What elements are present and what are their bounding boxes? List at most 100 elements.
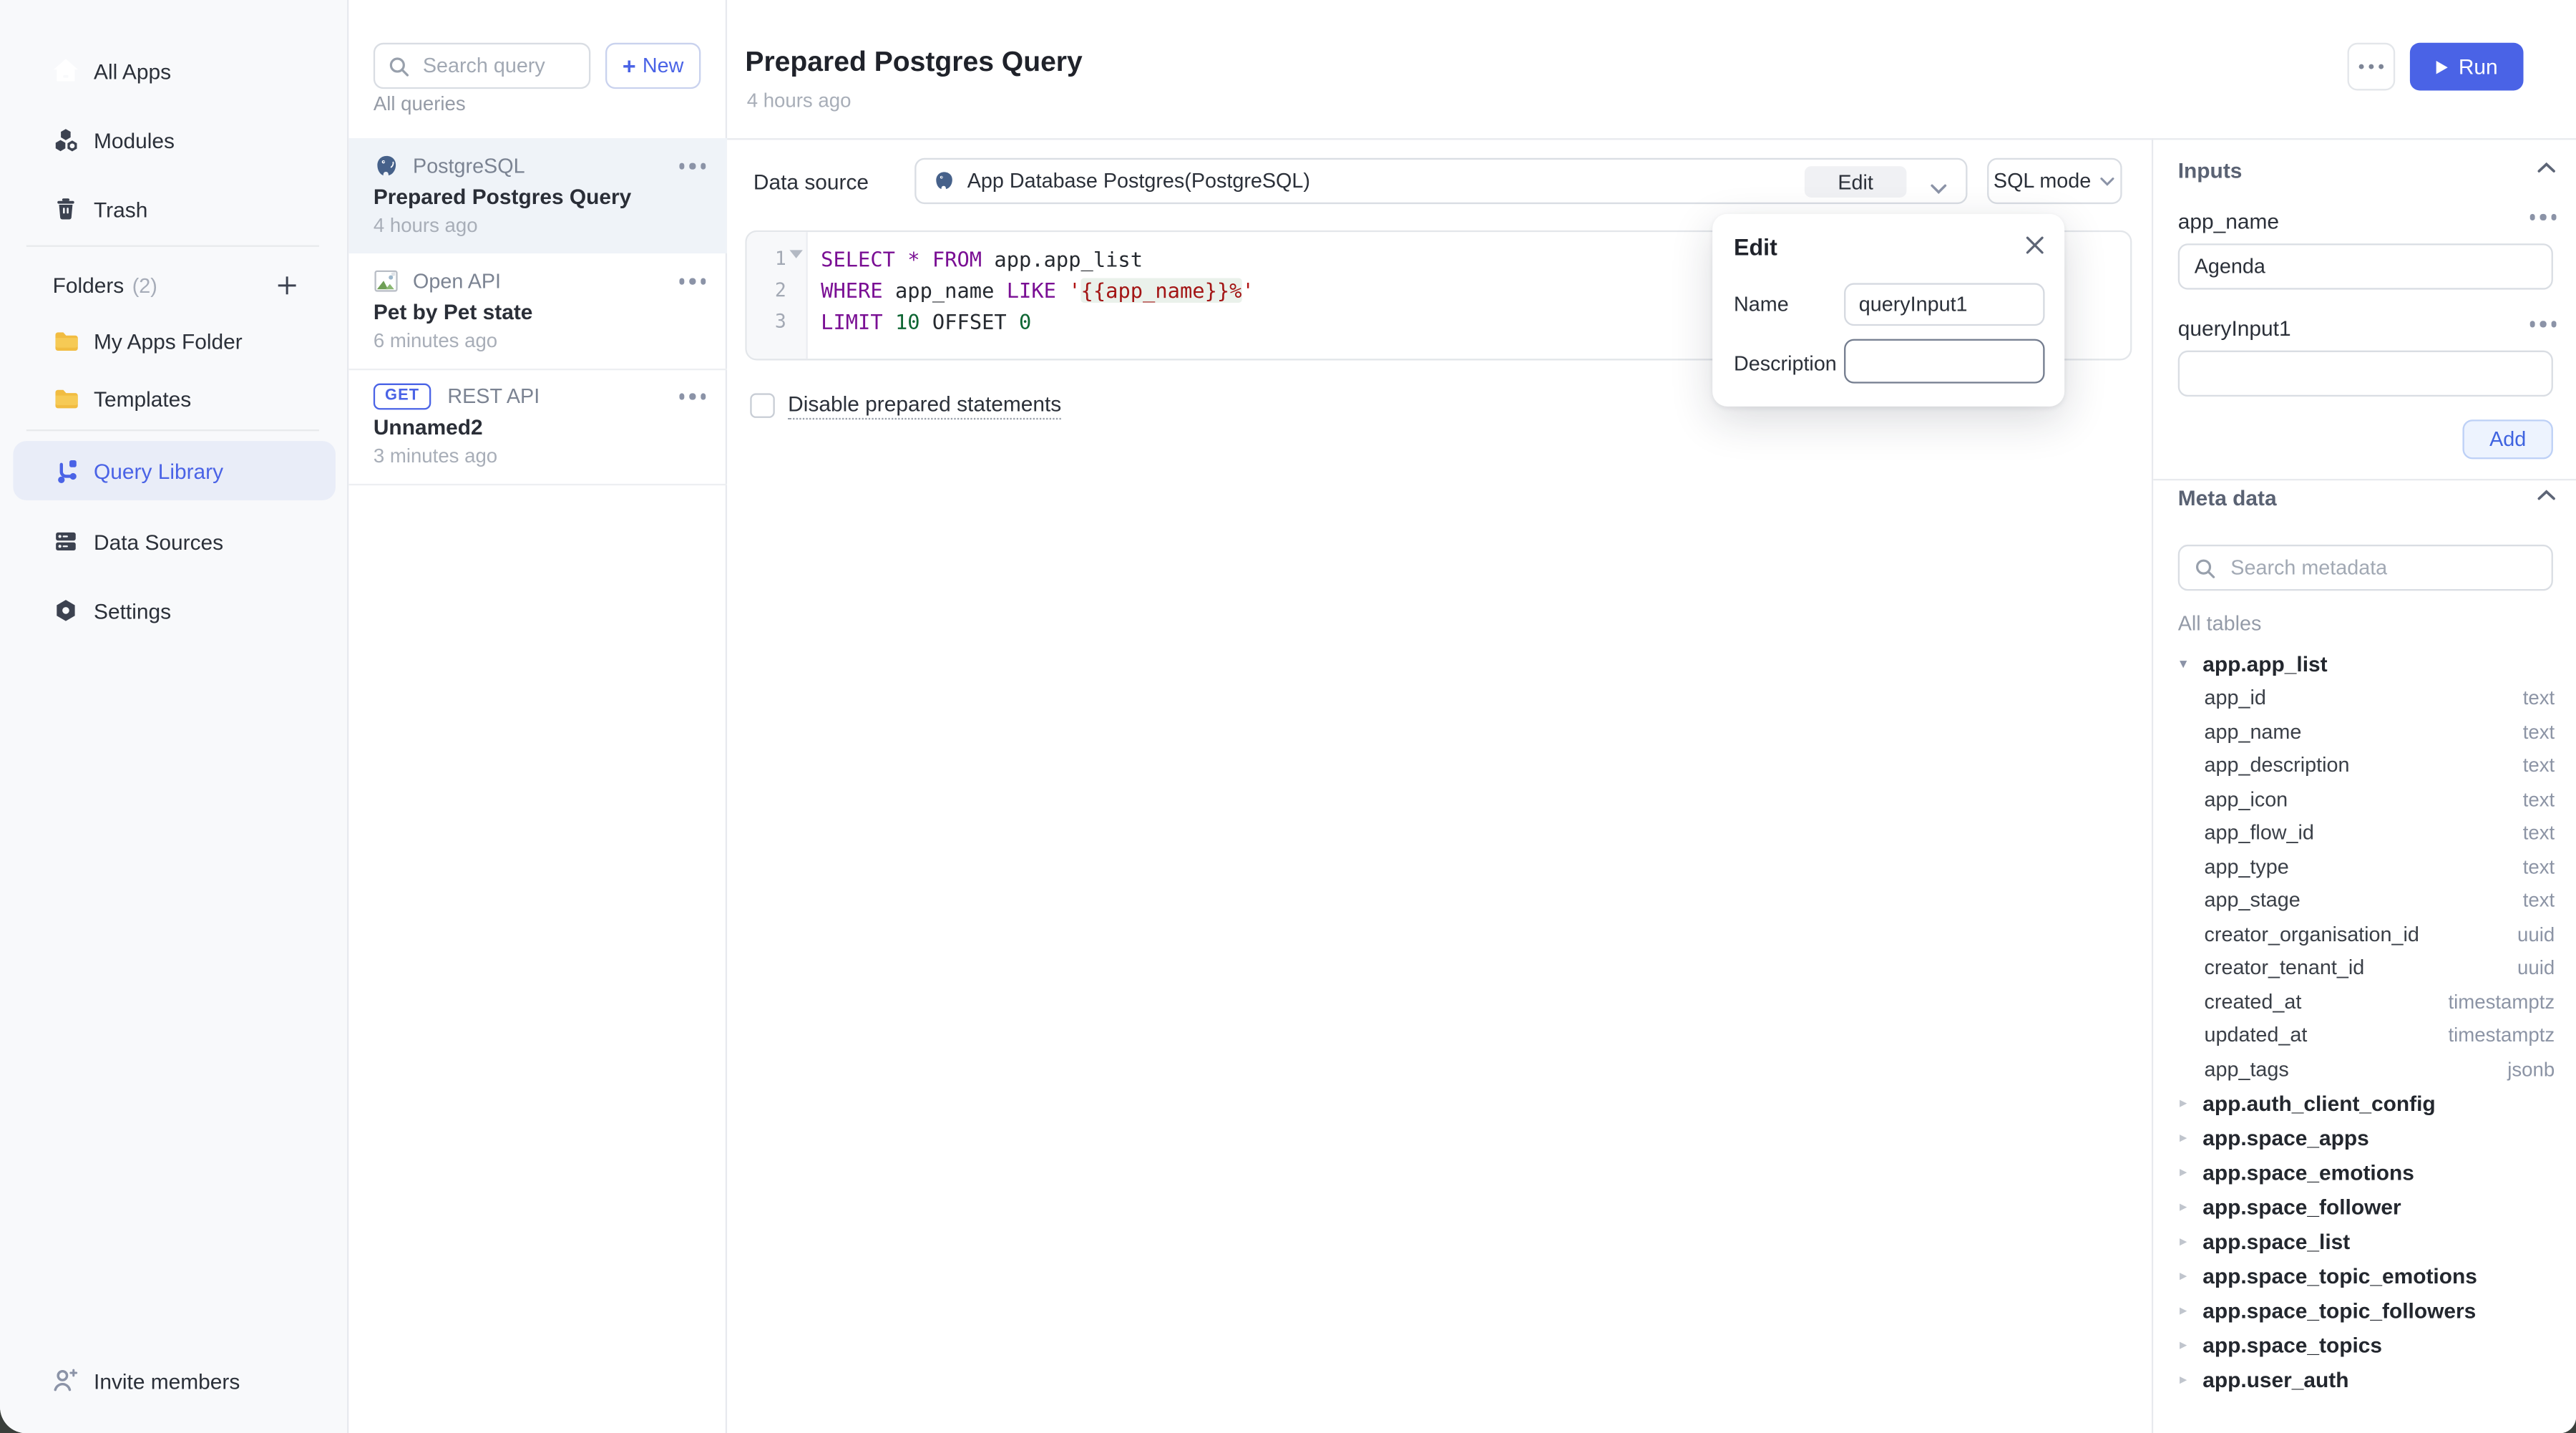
- right-panel: Inputs app_name queryInput1 Add Meta dat…: [2153, 140, 2576, 1433]
- metadata-table-row[interactable]: ▸app.space_topic_followers: [2153, 1293, 2576, 1328]
- metadata-table-row[interactable]: ▸app.space_emotions: [2153, 1155, 2576, 1190]
- param-value-input[interactable]: [2178, 351, 2553, 397]
- settings-icon: [51, 596, 80, 625]
- metadata-table-row[interactable]: ▸app.user_auth: [2153, 1362, 2576, 1396]
- folders-count: (2): [132, 274, 157, 297]
- chevron-down-icon: [1930, 175, 1948, 204]
- metadata-table-row-expanded[interactable]: ▾ app.app_list: [2153, 646, 2576, 681]
- query-source-label: Open API: [413, 270, 501, 293]
- query-name: Unnamed2: [374, 414, 483, 439]
- param-menu-icon[interactable]: [2529, 209, 2557, 225]
- description-field[interactable]: [1844, 339, 2044, 384]
- more-options-button[interactable]: [2348, 43, 2396, 91]
- sidebar-item-all-apps[interactable]: All Apps: [0, 46, 348, 95]
- folder-label: My Apps Folder: [94, 329, 243, 353]
- popover-title: Edit: [1734, 233, 1777, 260]
- query-source-label: REST API: [447, 385, 540, 408]
- new-query-button[interactable]: + New: [605, 43, 701, 89]
- query-timestamp: 4 hours ago: [374, 214, 478, 237]
- query-list-item[interactable]: PostgreSQL Prepared Postgres Query 4 hou…: [348, 138, 727, 253]
- collapse-metadata-icon[interactable]: [2537, 489, 2557, 502]
- search-icon: [389, 55, 410, 77]
- sql-mode-select[interactable]: SQL mode: [1987, 158, 2122, 204]
- param-value-input[interactable]: [2178, 243, 2553, 289]
- datasource-value: App Database Postgres(PostgreSQL): [967, 170, 1310, 193]
- metadata-table-row[interactable]: ▸app.space_follower: [2153, 1190, 2576, 1224]
- search-icon: [2195, 557, 2216, 578]
- sidebar-item-data-sources[interactable]: Data Sources: [0, 517, 348, 566]
- metadata-table-row[interactable]: ▸app.space_apps: [2153, 1121, 2576, 1155]
- caret-right-icon: ▸: [2180, 1336, 2202, 1354]
- invite-members-button[interactable]: Invite members: [0, 1356, 348, 1405]
- caret-right-icon: ▸: [2180, 1267, 2202, 1285]
- query-menu-icon[interactable]: [678, 158, 706, 174]
- line-number: 3: [775, 309, 786, 332]
- metadata-column-row: created_attimestamptz: [2153, 985, 2576, 1019]
- query-list-item[interactable]: Open API Pet by Pet state 6 minutes ago: [348, 253, 727, 369]
- datasource-label: Data source: [753, 170, 869, 194]
- metadata-column-row: app_descriptiontext: [2153, 749, 2576, 782]
- app-window: All Apps Modules Trash Folders (2): [0, 0, 2576, 1433]
- param-menu-icon[interactable]: [2529, 316, 2557, 331]
- data-sources-icon: [51, 527, 80, 556]
- metadata-table-row[interactable]: ▸app.space_list: [2153, 1224, 2576, 1258]
- caret-right-icon: ▸: [2180, 1198, 2202, 1216]
- page-timestamp: 4 hours ago: [747, 89, 852, 112]
- param-name: app_name: [2178, 209, 2279, 233]
- chevron-down-icon: [2099, 175, 2116, 187]
- metadata-table-row[interactable]: ▸app.space_topics: [2153, 1328, 2576, 1362]
- add-folder-button[interactable]: [273, 271, 300, 298]
- line-number: 1: [775, 247, 786, 270]
- play-icon: [2436, 60, 2447, 73]
- query-source-label: PostgreSQL: [413, 155, 525, 178]
- edit-popover: Edit Name Description: [1712, 214, 2064, 407]
- sidebar-item-trash[interactable]: Trash: [0, 184, 348, 233]
- page-title: Prepared Postgres Query: [745, 46, 1082, 79]
- metadata-column-row: app_idtext: [2153, 681, 2576, 715]
- sidebar-item-label: Data Sources: [94, 529, 223, 553]
- folders-header: Folders (2): [53, 273, 323, 298]
- close-icon[interactable]: [2024, 233, 2046, 256]
- section-divider: [2153, 479, 2576, 480]
- folder-label: Templates: [94, 386, 191, 410]
- sidebar-folder-templates[interactable]: Templates: [0, 374, 348, 423]
- sidebar-item-label: Trash: [94, 197, 147, 221]
- param-name: queryInput1: [2178, 316, 2291, 340]
- query-list-panel: + New All queries PostgreSQL Prepared Po…: [348, 0, 727, 1433]
- query-search-box: [374, 43, 590, 89]
- metadata-table-row[interactable]: ▸app.auth_client_config: [2153, 1086, 2576, 1120]
- metadata-column-row: app_stagetext: [2153, 884, 2576, 918]
- kebab-icon: [2358, 59, 2384, 74]
- sidebar-item-query-library[interactable]: Query Library: [13, 441, 336, 500]
- trash-icon: [51, 194, 80, 223]
- sidebar-item-label: Settings: [94, 598, 171, 623]
- metadata-column-row: app_nametext: [2153, 715, 2576, 749]
- sidebar-item-modules[interactable]: Modules: [0, 115, 348, 165]
- code-fold-icon[interactable]: [789, 250, 802, 258]
- query-name: Prepared Postgres Query: [374, 184, 631, 208]
- caret-right-icon: ▸: [2180, 1129, 2202, 1147]
- collapse-inputs-icon[interactable]: [2537, 161, 2557, 174]
- disable-prepared-statements-checkbox[interactable]: [750, 393, 774, 417]
- line-number: 2: [775, 278, 786, 301]
- caret-right-icon: ▸: [2180, 1163, 2202, 1181]
- postgresql-icon: [932, 170, 955, 193]
- sidebar-item-label: Modules: [94, 127, 175, 152]
- query-timestamp: 3 minutes ago: [374, 445, 497, 467]
- name-field[interactable]: [1844, 283, 2044, 326]
- datasource-edit-button[interactable]: Edit: [1805, 166, 1907, 198]
- query-search-input[interactable]: [419, 53, 574, 79]
- query-menu-icon[interactable]: [678, 273, 706, 289]
- query-menu-icon[interactable]: [678, 389, 706, 404]
- plus-icon: +: [623, 54, 636, 77]
- metadata-table-row[interactable]: ▸app.space_topic_emotions: [2153, 1259, 2576, 1293]
- run-button[interactable]: Run: [2410, 43, 2524, 91]
- datasource-select[interactable]: App Database Postgres(PostgreSQL) Edit: [914, 158, 1967, 204]
- http-method-badge: GET: [374, 384, 431, 409]
- metadata-search-input[interactable]: [2228, 555, 2514, 581]
- add-input-button[interactable]: Add: [2462, 419, 2552, 459]
- query-list-item[interactable]: GET REST API Unnamed2 3 minutes ago: [348, 369, 727, 484]
- description-label: Description: [1734, 352, 1837, 375]
- sidebar-folder-my-apps[interactable]: My Apps Folder: [0, 316, 348, 365]
- sidebar-item-settings[interactable]: Settings: [0, 586, 348, 635]
